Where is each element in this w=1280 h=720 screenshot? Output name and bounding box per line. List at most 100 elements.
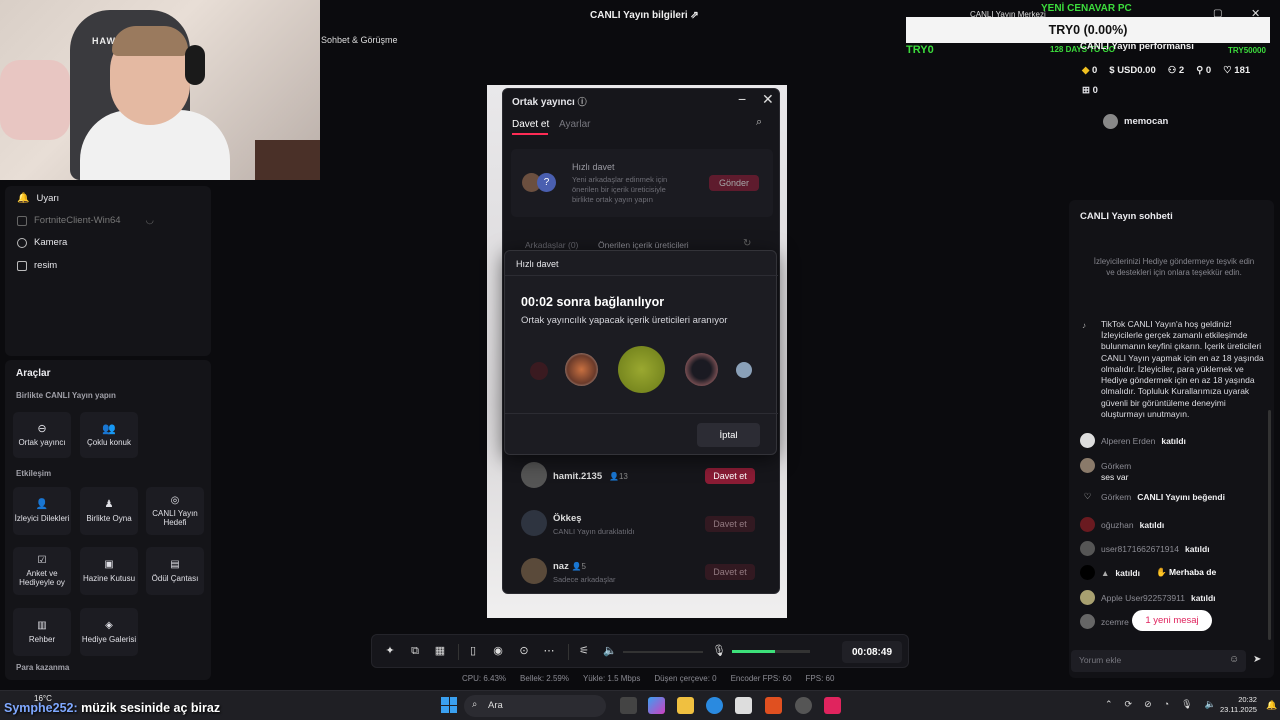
- searching-text: Ortak yayıncılık yapacak içerik üreticil…: [521, 315, 728, 326]
- magic-icon[interactable]: ✦: [384, 645, 396, 657]
- emoji-icon[interactable]: ☺: [1229, 654, 1239, 665]
- store-icon[interactable]: [735, 697, 752, 714]
- tool-cohost[interactable]: ⊖ Ortak yayıncı: [13, 412, 71, 458]
- mic-icon[interactable]: 🎙: [712, 645, 726, 657]
- phone-icon[interactable]: ▯: [467, 645, 479, 657]
- count-text: 13: [618, 472, 628, 481]
- image-icon: [17, 260, 27, 271]
- section-title: Para kazanma: [16, 663, 70, 672]
- copilot-icon[interactable]: [648, 697, 665, 714]
- tool-treasure[interactable]: ▣ Hazine Kutusu: [80, 547, 138, 595]
- tiktok-live-icon[interactable]: [824, 697, 841, 714]
- tool-label: Ödül Çantası: [151, 573, 199, 583]
- task-view-icon[interactable]: [620, 697, 637, 714]
- creator-name-text: naz: [553, 561, 569, 572]
- refresh-icon[interactable]: ↻: [743, 238, 751, 249]
- candidate-avatar: [685, 353, 718, 386]
- avatar: [1080, 458, 1095, 473]
- source-item-alert[interactable]: 🔔 Uyarı: [17, 193, 59, 204]
- minimize-icon[interactable]: −: [738, 91, 746, 107]
- record-icon[interactable]: ◉: [492, 645, 504, 657]
- chat-title: CANLI Yayın sohbeti: [1080, 211, 1173, 222]
- obs-icon[interactable]: [795, 697, 812, 714]
- chat-scrollbar[interactable]: [1268, 410, 1271, 640]
- send-icon[interactable]: ➤: [1253, 654, 1261, 665]
- tab-settings[interactable]: Ayarlar: [559, 119, 591, 130]
- tool-gift-gallery[interactable]: ◈ Hediye Galerisi: [80, 608, 138, 656]
- folder-icon[interactable]: [677, 697, 694, 714]
- tab-invite[interactable]: Davet et: [512, 119, 549, 130]
- tool-poll[interactable]: ☑ Anket ve Hediyeyle oy: [13, 547, 71, 595]
- source-item-game[interactable]: FortniteClient-Win64 ◡: [17, 215, 154, 226]
- tool-viewer-wishes[interactable]: 👤 İzleyici Dilekleri: [13, 487, 71, 535]
- tool-reward-bag[interactable]: ▤ Ödül Çantası: [146, 547, 204, 595]
- tool-guide[interactable]: ▥ Rehber: [13, 608, 71, 656]
- bell-icon: 🔔: [17, 193, 30, 204]
- hat-icon: ▲: [1101, 567, 1110, 578]
- cancel-button[interactable]: İptal: [697, 423, 760, 447]
- effects-icon[interactable]: ⧉: [409, 645, 421, 657]
- wifi-icon[interactable]: ◔: [1164, 699, 1169, 710]
- mic-slider[interactable]: [732, 650, 810, 653]
- source-item-image[interactable]: resim: [17, 260, 57, 271]
- likes-stat: ♡ 181: [1223, 65, 1250, 76]
- stream-info-button[interactable]: CANLI Yayın bilgileri ⇗: [590, 10, 699, 21]
- quick-invite-dialog: Hızlı davet 00:02 sonra bağlanılıyor Ort…: [504, 250, 778, 455]
- clock-time: 20:32: [1238, 695, 1257, 704]
- creator-name: hamit.2135: [553, 471, 603, 482]
- close-icon[interactable]: ✕: [762, 91, 774, 108]
- taskbar-search[interactable]: ⌕ Ara: [464, 695, 606, 717]
- windows-start-icon[interactable]: [441, 697, 457, 713]
- volume-slider[interactable]: [623, 651, 703, 653]
- tool-label: Birlikte Oyna: [86, 513, 132, 523]
- sliders-icon[interactable]: ⚟: [578, 645, 590, 657]
- chevron-up-icon[interactable]: ⌃: [1105, 699, 1113, 710]
- send-button[interactable]: Gönder: [709, 175, 759, 191]
- speaker-icon[interactable]: 🔈: [1205, 699, 1216, 710]
- mic-icon[interactable]: 🎙: [1181, 699, 1192, 710]
- clock[interactable]: 20:32 23.11.2025: [1220, 695, 1257, 715]
- network-off-icon[interactable]: ⊘: [1144, 699, 1152, 710]
- visibility-icon[interactable]: ◡: [146, 215, 154, 226]
- new-message-button[interactable]: 1 yeni mesaj: [1132, 610, 1212, 631]
- system-tray[interactable]: ⌃ ⟳ ⊘ ◔ 🎙 🔈: [1105, 699, 1216, 710]
- tool-play-together[interactable]: ♟ Birlikte Oyna: [80, 487, 138, 535]
- chat-user: zcemre: [1101, 616, 1129, 627]
- divider: [458, 644, 459, 660]
- users-icon: ⚇: [1167, 65, 1177, 76]
- invite-button[interactable]: Davet et: [705, 468, 755, 484]
- more-icon[interactable]: ⋯: [543, 645, 555, 657]
- sync-icon[interactable]: ⟳: [1125, 699, 1133, 710]
- layout-icon[interactable]: ▦: [434, 645, 446, 657]
- poll-icon: ☑: [37, 554, 47, 566]
- source-item-camera[interactable]: Kamera: [17, 237, 67, 248]
- candidate-avatar: [618, 346, 665, 393]
- tab-friends[interactable]: Arkadaşlar (0): [525, 240, 578, 250]
- brave-icon[interactable]: [765, 697, 782, 714]
- comment-input[interactable]: Yorum ekle: [1071, 650, 1246, 672]
- chat-message: user8171662671914 katıldı: [1080, 541, 1210, 556]
- chat-message: ▲ katıldı ✋ Merhaba de: [1080, 565, 1216, 580]
- tab-underline: [512, 133, 548, 135]
- users-icon: 👥: [102, 422, 116, 435]
- follower-count: 0: [1205, 65, 1212, 76]
- invite-button[interactable]: Davet et: [705, 564, 755, 580]
- capture-icon[interactable]: ⊙: [518, 645, 530, 657]
- help-icon[interactable]: ⓘ: [578, 97, 587, 107]
- source-label: FortniteClient-Win64: [34, 215, 121, 226]
- avatar: [521, 558, 547, 584]
- notification-icon[interactable]: 🔔: [1266, 700, 1277, 711]
- tool-label: İzleyici Dilekleri: [14, 513, 70, 523]
- invite-button[interactable]: Davet et: [705, 516, 755, 532]
- tab-suggested[interactable]: Önerilen içerik üreticileri: [598, 240, 689, 250]
- tool-live-goal[interactable]: ◎ CANLI Yayın Hedefi: [146, 487, 204, 535]
- edge-icon[interactable]: [706, 697, 723, 714]
- cpu-stat: CPU: 6.43%: [462, 674, 507, 683]
- search-icon[interactable]: ⌕: [756, 116, 762, 129]
- goal-title: YENİ CENAVAR PC: [1041, 3, 1132, 14]
- say-hi-button[interactable]: ✋ Merhaba de: [1156, 567, 1216, 578]
- window-icon: [17, 215, 27, 226]
- tool-multi-guest[interactable]: 👥 Çoklu konuk: [80, 412, 138, 458]
- viewer-entry[interactable]: memocan: [1103, 114, 1168, 129]
- volume-icon[interactable]: 🔈: [603, 645, 617, 657]
